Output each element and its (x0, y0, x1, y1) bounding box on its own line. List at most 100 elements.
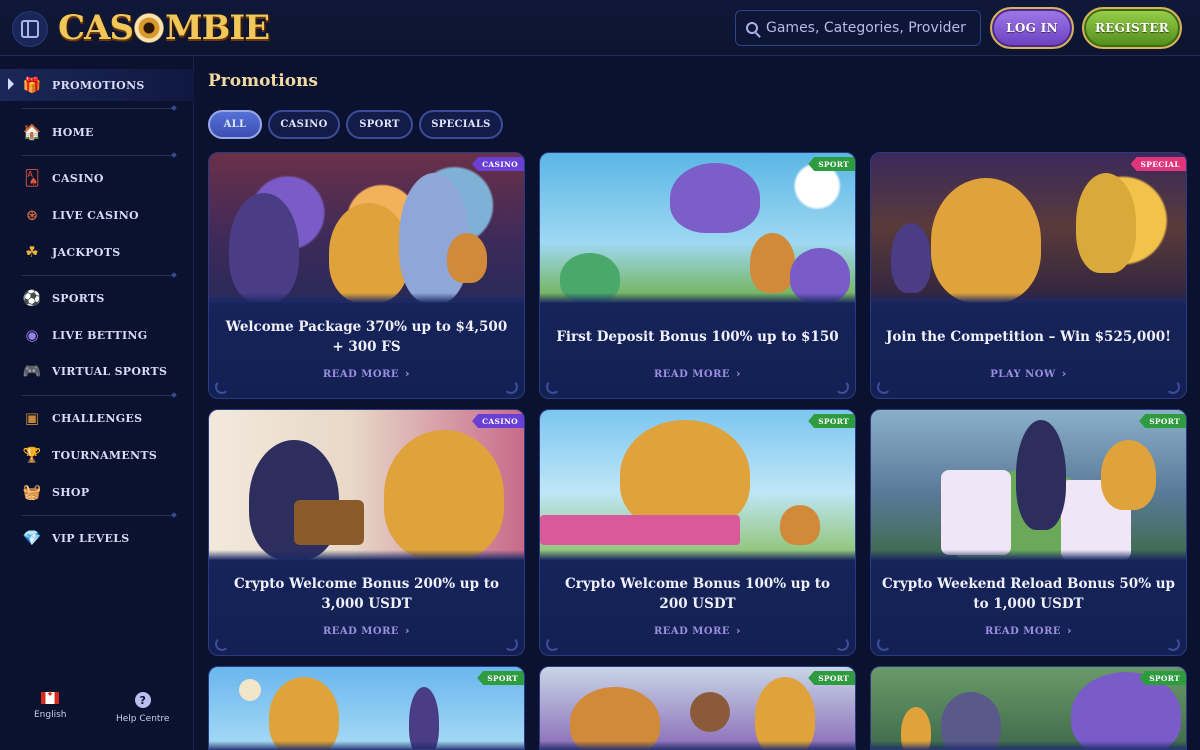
cta-label: READ MORE (322, 626, 399, 637)
read-more-link[interactable]: READ MORE › (540, 367, 855, 380)
chest-icon: ▣ (24, 408, 40, 427)
ornament-icon (504, 380, 518, 394)
chevron-right-icon: › (736, 624, 742, 637)
search-input[interactable] (766, 20, 966, 36)
pet-figure (780, 505, 820, 545)
clover-icon: ☘ (25, 242, 39, 261)
pet-figure (750, 233, 795, 293)
sidebar-item-tournaments[interactable]: 🏆 TOURNAMENTS (0, 439, 194, 471)
ornament-icon (835, 637, 849, 651)
sidebar-item-label: JACKPOTS (52, 245, 121, 259)
read-more-link[interactable]: READ MORE › (209, 367, 524, 380)
lady-figure (329, 203, 409, 303)
promo-image (871, 667, 1186, 749)
sidebar-item-live-betting[interactable]: ◉ LIVE BETTING (0, 319, 194, 351)
sidebar-item-promotions[interactable]: 🎁 PROMOTIONS (0, 69, 194, 101)
promo-image (871, 153, 1186, 303)
sidebar-toggle-button[interactable] (12, 11, 48, 47)
card-body: Crypto Welcome Bonus 100% up to 200 USDT… (540, 560, 855, 655)
register-button[interactable]: REGISTER (1082, 7, 1182, 49)
sidebar-item-label: TOURNAMENTS (52, 448, 158, 462)
logo-text-start: CAS (58, 8, 134, 48)
promo-image (209, 667, 524, 749)
zombie-figure (1016, 420, 1066, 530)
ornament-icon (546, 380, 560, 394)
lady-figure (755, 677, 815, 749)
sidebar-item-casino[interactable]: 🂡 CASINO (0, 162, 194, 194)
promo-title: Crypto Weekend Reload Bonus 50% up to 1,… (882, 576, 1175, 612)
promo-card[interactable]: SPECIAL Join the Competition – Win $525,… (870, 152, 1187, 399)
trophy-figure (1076, 173, 1136, 273)
casombie-logo[interactable]: CAS MBIE (58, 6, 270, 50)
category-badge: SPORT (1139, 414, 1186, 428)
promo-card[interactable]: CASINO Crypto Welcome Bonus 200% up to 3… (208, 409, 525, 656)
basket-icon: 🧺 (22, 482, 42, 501)
live-ball-icon: ◉ (25, 325, 39, 344)
chevron-right-icon: › (736, 367, 742, 380)
nav-divider (22, 108, 174, 109)
ornament-icon (215, 637, 229, 651)
read-more-link[interactable]: READ MORE › (209, 624, 524, 637)
sidebar-item-live-casino[interactable]: ⊛ LIVE CASINO (0, 199, 194, 231)
search-icon (746, 22, 758, 34)
knight-figure (941, 692, 1001, 749)
sidebar-item-shop[interactable]: 🧺 SHOP (0, 476, 194, 508)
promo-card[interactable]: CASINO Welcome Package 370% up to $4,500… (208, 152, 525, 399)
promo-title: Crypto Welcome Bonus 100% up to 200 USDT (565, 576, 830, 612)
ornament-icon (215, 380, 229, 394)
sidebar-item-challenges[interactable]: ▣ CHALLENGES (0, 402, 194, 434)
promo-image (871, 410, 1186, 560)
language-selector[interactable]: English (34, 690, 67, 720)
category-badge: SPORT (1139, 671, 1186, 685)
promo-card[interactable]: SPORT (208, 666, 525, 750)
promo-title: Welcome Package 370% up to $4,500 + 300 … (225, 319, 508, 355)
chevron-right-icon: › (405, 367, 411, 380)
promo-card[interactable]: SPORT Crypto Weekend Reload Bonus 50% up… (870, 409, 1187, 656)
sidebar-item-sports[interactable]: ⚽ SPORTS (0, 282, 194, 314)
category-badge: SPORT (808, 414, 855, 428)
search-box[interactable] (735, 10, 981, 46)
sidebar-item-vip-levels[interactable]: 💎 VIP LEVELS (0, 522, 194, 554)
login-button[interactable]: LOG IN (990, 7, 1074, 49)
promo-card[interactable]: SPORT (539, 666, 856, 750)
cta-label: READ MORE (984, 626, 1061, 637)
chevron-right-icon: › (1067, 624, 1073, 637)
sidebar-item-jackpots[interactable]: ☘ JACKPOTS (0, 236, 194, 268)
house-icon: 🏠 (22, 122, 42, 141)
sidebar-nav: 🎁 PROMOTIONS 🏠 HOME 🂡 CASINO ⊛ LIVE CASI… (0, 57, 194, 750)
card-body: First Deposit Bonus 100% up to $150 READ… (540, 303, 855, 398)
cta-label: READ MORE (653, 369, 730, 380)
tab-specials[interactable]: SPECIALS (419, 110, 503, 139)
lady-figure (384, 430, 504, 560)
tab-casino[interactable]: CASINO (268, 110, 340, 139)
promo-image (540, 153, 855, 303)
lady-figure (1101, 440, 1156, 510)
promo-card[interactable]: SPORT Crypto Welcome Bonus 100% up to 20… (539, 409, 856, 656)
play-now-link[interactable]: PLAY NOW › (871, 367, 1186, 380)
promo-image (209, 410, 524, 560)
read-more-link[interactable]: READ MORE › (871, 624, 1186, 637)
diamond-icon: 💎 (22, 528, 42, 547)
read-more-link[interactable]: READ MORE › (540, 624, 855, 637)
cta-label: PLAY NOW (990, 369, 1056, 380)
nav-divider (22, 155, 174, 156)
sidebar-item-home[interactable]: 🏠 HOME (0, 116, 194, 148)
category-badge: CASINO (472, 414, 524, 428)
card-body: Welcome Package 370% up to $4,500 + 300 … (209, 303, 524, 398)
sidebar-item-label: SHOP (52, 485, 90, 499)
promo-card[interactable]: SPORT (870, 666, 1187, 750)
pet-figure (447, 233, 487, 283)
sidebar-item-label: VIRTUAL SPORTS (52, 364, 168, 378)
logo-eye-icon (134, 13, 164, 43)
help-label: Help Centre (116, 714, 170, 724)
nav-divider (22, 395, 174, 396)
lady-figure (620, 420, 750, 530)
category-badge: SPECIAL (1130, 157, 1186, 171)
ornament-icon (1166, 380, 1180, 394)
promo-card[interactable]: SPORT First Deposit Bonus 100% up to $15… (539, 152, 856, 399)
help-centre-link[interactable]: ? Help Centre (116, 692, 169, 724)
tab-all[interactable]: ALL (208, 110, 262, 139)
sidebar-item-virtual-sports[interactable]: 🎮 VIRTUAL SPORTS (0, 355, 194, 387)
roulette-icon: ⊛ (25, 205, 39, 224)
tab-sport[interactable]: SPORT (346, 110, 413, 139)
